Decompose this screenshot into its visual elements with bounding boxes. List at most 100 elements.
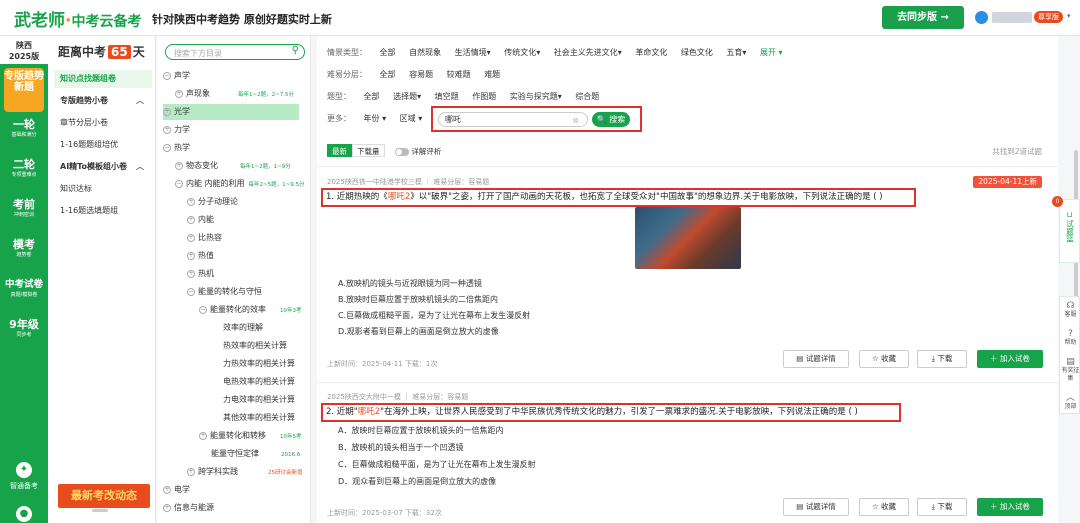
tab-latest[interactable]: 最新	[327, 144, 352, 157]
province-selector[interactable]: 陕西 2025版	[0, 36, 48, 64]
expand-icon[interactable]: +	[163, 503, 171, 512]
tree-node[interactable]: + 比热容	[187, 230, 222, 246]
favorite-button[interactable]: ☆ 收藏	[859, 350, 909, 368]
region-select[interactable]: 区域 ▾	[400, 114, 423, 123]
filter-option[interactable]: 传统文化▾	[504, 48, 540, 57]
filter-option[interactable]: 自然现象	[409, 48, 441, 57]
filter-option[interactable]: 实验与探究题▾	[510, 92, 562, 101]
tree-node[interactable]: + 分子动理论	[187, 194, 238, 210]
tree-search-input[interactable]: 搜索下方目录 ⚲	[165, 44, 305, 60]
download-button[interactable]: ⤓ 下载	[917, 350, 967, 368]
nav-grade-9[interactable]: 9年级 同步考	[4, 316, 44, 348]
download-button[interactable]: ⤓ 下载	[917, 498, 967, 516]
question-detail-button[interactable]: ▤ 试题详情	[783, 350, 849, 368]
collapse-icon[interactable]: −	[175, 179, 183, 188]
collapse-icon[interactable]: −	[163, 143, 171, 152]
filter-option[interactable]: 选择题▾	[393, 92, 421, 101]
question-basket[interactable]: ⊔ 试题篮	[1059, 199, 1080, 263]
expand-icon[interactable]: +	[187, 467, 195, 476]
back-to-top-button[interactable]: ︿ 顶部	[1060, 393, 1080, 411]
expand-icon[interactable]: +	[187, 233, 195, 242]
user-avatar[interactable]	[975, 11, 988, 24]
tree-leaf[interactable]: 电热效率的相关计算	[223, 374, 295, 390]
menu-chapter[interactable]: 章节分层小卷	[54, 114, 152, 132]
expand-icon[interactable]: +	[163, 125, 171, 134]
expand-icon[interactable]: +	[175, 89, 183, 98]
nav-pre-exam[interactable]: 考前 冲刺密训	[4, 196, 44, 228]
filter-option[interactable]: 填空题	[435, 92, 459, 101]
menu-special-trend[interactable]: 专版趋势小卷 ︿	[54, 92, 152, 110]
menu-1-16-group[interactable]: 1-16题题组培优	[54, 136, 152, 154]
collapse-icon[interactable]: −	[199, 305, 207, 314]
expand-icon[interactable]: +	[199, 431, 207, 440]
nav-round-one[interactable]: 一轮 基础和满分	[4, 116, 44, 148]
expand-icon[interactable]: +	[163, 485, 171, 494]
menu-1-16-choice[interactable]: 1-16题选填题组	[54, 202, 152, 220]
menu-knowledge-point[interactable]: 知识点找题组卷	[54, 70, 152, 88]
feedback-button[interactable]: ▤ 有奖征集	[1060, 357, 1080, 383]
customer-service-button[interactable]: ☊ 客服	[1060, 301, 1080, 319]
expand-icon[interactable]: +	[187, 197, 195, 206]
expand-filters-button[interactable]: 展开 ▾	[760, 48, 783, 57]
filter-option[interactable]: 生活情境▾	[455, 48, 491, 57]
tree-node[interactable]: − 能量转化的效率 10年3考	[199, 302, 302, 318]
news-banner[interactable]: 最新考改动态	[58, 484, 150, 508]
tree-leaf[interactable]: 其他效率的相关计算	[223, 410, 295, 426]
tree-leaf[interactable]: 力电效率的相关计算	[223, 392, 295, 408]
filter-option[interactable]: 较难题	[447, 70, 471, 79]
nav-special-new[interactable]: 专版趋势新题	[4, 68, 44, 112]
collapse-icon[interactable]: −	[187, 287, 195, 296]
chevron-down-icon[interactable]: ▾	[1067, 12, 1071, 20]
smart-prep[interactable]: ✦ 智通备考	[0, 462, 48, 491]
search-input[interactable]: 哪吒 ⊗	[438, 112, 588, 127]
help-button[interactable]: ? 帮助	[1060, 329, 1080, 347]
tree-node[interactable]: − 声学	[163, 68, 190, 84]
nav-exam-papers[interactable]: 中考试卷 真题/模拟卷	[4, 276, 44, 308]
tree-leaf[interactable]: 热效率的相关计算	[223, 338, 287, 354]
tree-node[interactable]: − 内能 内能的利用 每年2~5题，1~9.5分	[175, 176, 305, 192]
menu-knowledge-standard[interactable]: 知识达标	[54, 180, 152, 198]
filter-option[interactable]: 绿色文化	[681, 48, 713, 57]
filter-option[interactable]: 革命文化	[635, 48, 667, 57]
tree-node[interactable]: + 能量转化和转移 10年5考	[199, 428, 302, 444]
nav-mock[interactable]: 模考 趋势卷	[4, 236, 44, 268]
logo[interactable]: 武老师·中考云备考	[14, 6, 141, 31]
filter-option[interactable]: 全部	[380, 70, 396, 79]
tree-node[interactable]: − 能量的转化与守恒	[187, 284, 262, 300]
user-name-redacted[interactable]	[992, 12, 1032, 23]
question-stem[interactable]: 2. 近期"哪吒2"在海外上映，让世界人民感受到了中华民族优秀传统文化的魅力，引…	[321, 403, 901, 422]
search-icon[interactable]: ⚲	[292, 45, 299, 56]
filter-option[interactable]: 作图题	[472, 92, 496, 101]
tree-node[interactable]: + 物态变化 每年1~2题，1~9分	[175, 158, 291, 174]
filter-option[interactable]: 五育▾	[726, 48, 746, 57]
search-button[interactable]: 🔍 搜索	[592, 112, 630, 127]
expand-icon[interactable]: +	[163, 107, 171, 116]
favorite-button[interactable]: ☆ 收藏	[859, 498, 909, 516]
sync-version-button[interactable]: 去同步版 →	[882, 6, 964, 29]
tree-node[interactable]: + 力学	[163, 122, 190, 138]
tree-node[interactable]: + 热值	[187, 248, 214, 264]
nav-round-two[interactable]: 二轮 专项重难点	[4, 156, 44, 188]
tree-node[interactable]: + 跨学科实践 25研讨会新增	[187, 464, 303, 480]
tab-downloads[interactable]: 下载量	[352, 144, 385, 157]
filter-option[interactable]: 难题	[484, 70, 500, 79]
year-select[interactable]: 年份 ▾	[364, 114, 387, 123]
tree-node[interactable]: + 内能	[187, 212, 214, 228]
filter-option[interactable]: 全部	[364, 92, 380, 101]
tree-node[interactable]: + 声现象 每年1~2题，2~7.5分	[175, 86, 294, 102]
clear-icon[interactable]: ⊗	[572, 114, 579, 127]
collapse-icon[interactable]: −	[163, 71, 171, 80]
filter-option[interactable]: 综合题	[575, 92, 599, 101]
question-stem[interactable]: 1. 近期热映的《哪吒2》以"破界"之姿，打开了国产动画的天花板，也拓宽了全球受…	[321, 188, 916, 207]
profile-icon[interactable]: ●	[16, 506, 32, 522]
tree-leaf[interactable]: 能量守恒定律 2016.6	[211, 446, 300, 462]
tree-node[interactable]: + 热机	[187, 266, 214, 282]
menu-ai-template[interactable]: AI精To模板组小卷 ︿	[54, 158, 152, 176]
question-detail-button[interactable]: ▤ 试题详情	[783, 498, 849, 516]
expand-icon[interactable]: +	[187, 215, 195, 224]
tree-leaf[interactable]: 效率的理解	[223, 320, 263, 336]
expand-icon[interactable]: +	[187, 269, 195, 278]
add-to-paper-button[interactable]: ＋ 加入试卷	[977, 498, 1043, 516]
tree-node[interactable]: + 电学	[163, 482, 190, 498]
expand-icon[interactable]: +	[187, 251, 195, 260]
